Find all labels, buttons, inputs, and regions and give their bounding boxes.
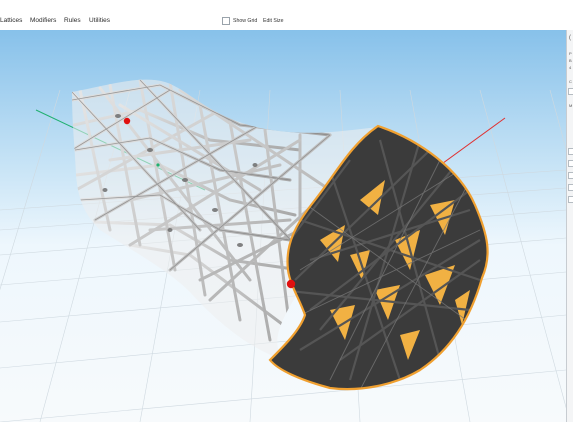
panel-field[interactable]: [568, 196, 573, 203]
control-point-icon[interactable]: [286, 279, 296, 289]
panel-line-3: 4: [569, 65, 572, 70]
menu-item-utilities[interactable]: Utilities: [89, 17, 110, 24]
panel-line-2: B: [569, 58, 572, 63]
panel-field[interactable]: [568, 160, 573, 167]
menu-bar: Lattices Modifiers Rules Utilities Show …: [0, 0, 573, 31]
panel-field[interactable]: [568, 184, 573, 191]
menu-item-modifiers[interactable]: Modifiers: [30, 17, 56, 24]
menu-item-lattices[interactable]: Lattices: [0, 17, 22, 24]
panel-field[interactable]: [568, 148, 573, 155]
panel-line-4: C: [569, 79, 572, 84]
panel-checkbox[interactable]: [568, 88, 573, 95]
show-grid-toggle[interactable]: Show Grid: [233, 18, 257, 24]
panel-header-glyph: (: [569, 35, 571, 41]
properties-panel: ( P B 4 C M: [566, 30, 573, 422]
axis-gizmo-icon: [156, 163, 160, 167]
app-window: Lattices Modifiers Rules Utilities Show …: [0, 0, 573, 422]
panel-line-5: M: [569, 103, 573, 108]
3d-scene[interactable]: [0, 30, 566, 422]
3d-viewport[interactable]: [0, 30, 566, 422]
checkbox-icon[interactable]: [222, 17, 230, 25]
panel-line-1: P: [569, 51, 572, 56]
panel-field[interactable]: [568, 172, 573, 179]
control-point-icon[interactable]: [123, 117, 131, 125]
edit-size-button[interactable]: Edit Size: [263, 18, 283, 24]
menu-item-rules[interactable]: Rules: [64, 17, 81, 24]
